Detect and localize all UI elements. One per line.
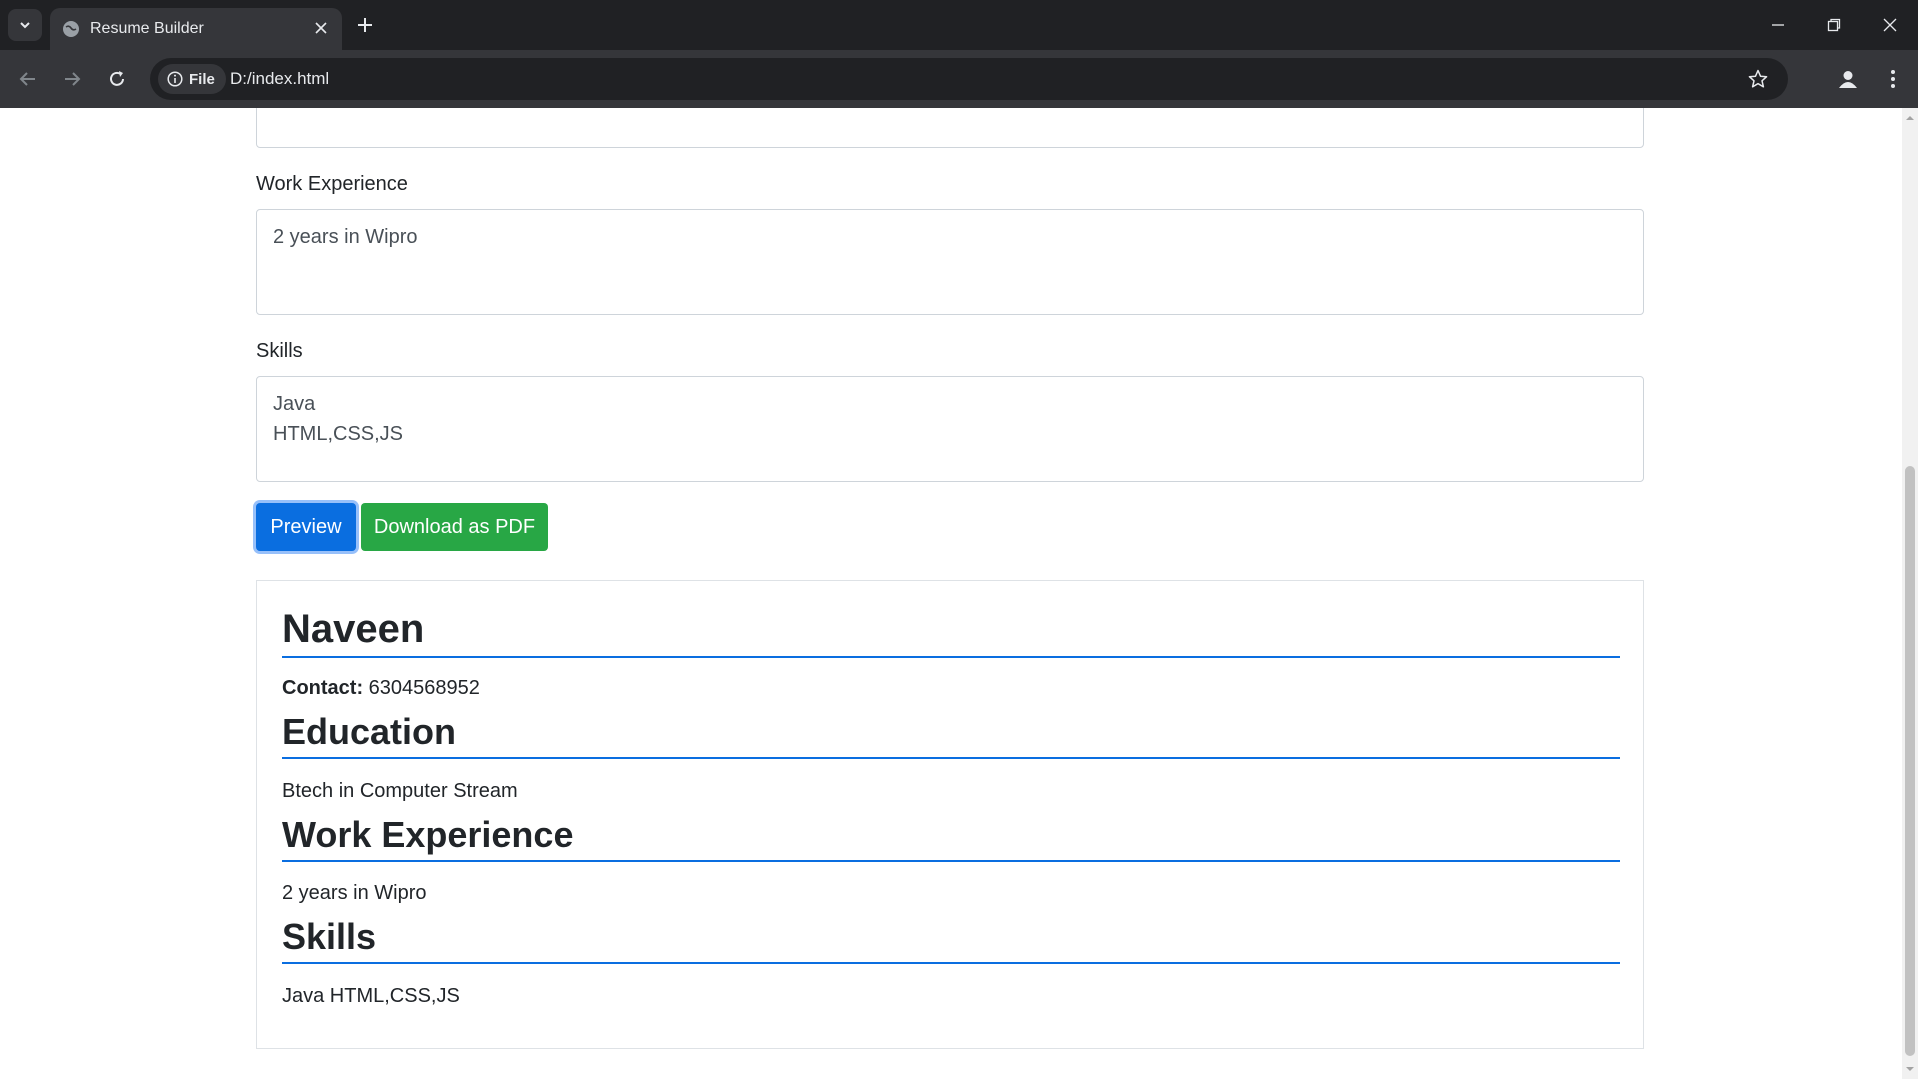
tab-search-icon <box>20 22 30 29</box>
education-textarea[interactable] <box>256 108 1644 148</box>
restore-button[interactable] <box>1806 0 1862 50</box>
site-info-chip[interactable]: File <box>158 64 226 94</box>
skills-heading: Skills <box>282 916 1620 964</box>
scroll-down-icon[interactable] <box>1906 1065 1914 1073</box>
skills-value: Java HTML,CSS,JS <box>273 393 404 445</box>
restore-icon <box>1827 18 1841 32</box>
work-experience-preview-value: 2 years in Wipro <box>282 882 427 904</box>
profile-icon <box>1839 71 1857 88</box>
contact-label: Contact: <box>282 677 364 699</box>
preview-button[interactable]: Preview <box>256 503 356 551</box>
download-pdf-button[interactable]: Download as PDF <box>361 503 548 551</box>
close-icon <box>315 22 327 34</box>
tab-close-button[interactable] <box>310 17 332 39</box>
browser-menu-button[interactable] <box>1877 63 1909 95</box>
menu-icon <box>1891 70 1895 88</box>
preview-name-heading: Naveen <box>282 607 1620 658</box>
back-icon <box>19 72 35 86</box>
window-close-icon <box>1883 18 1897 32</box>
forward-icon <box>65 72 81 86</box>
work-experience-label: Work Experience <box>256 173 408 195</box>
scrollbar-thumb[interactable] <box>1905 466 1915 1056</box>
minimize-icon <box>1772 24 1784 26</box>
reload-icon <box>110 71 124 86</box>
chip-label: File <box>189 70 215 88</box>
education-heading: Education <box>282 711 1620 759</box>
info-icon <box>167 71 183 87</box>
address-bar[interactable]: File D:/index.html <box>150 58 1788 100</box>
forward-button[interactable] <box>56 63 88 95</box>
star-icon <box>1748 69 1768 88</box>
scroll-up-icon[interactable] <box>1906 114 1914 122</box>
skills-preview-value: Java HTML,CSS,JS <box>282 985 460 1007</box>
profile-button[interactable] <box>1832 63 1864 95</box>
vertical-scrollbar[interactable] <box>1902 108 1918 1079</box>
education-value: Btech in Computer Stream <box>282 780 518 802</box>
reload-button[interactable] <box>101 63 133 95</box>
skills-textarea[interactable]: Java HTML,CSS,JS <box>256 376 1644 482</box>
browser-toolbar: File D:/index.html <box>0 50 1918 108</box>
back-button[interactable] <box>12 63 44 95</box>
skills-label: Skills <box>256 340 303 362</box>
globe-icon <box>63 21 79 37</box>
resume-preview: Naveen Contact: 6304568952 Education Bte… <box>256 580 1644 1049</box>
plus-icon <box>358 18 372 32</box>
page-viewport: Work Experience 2 years in Wipro Skills … <box>0 108 1918 1079</box>
new-tab-button[interactable] <box>352 12 378 38</box>
tab-title: Resume Builder <box>90 20 204 37</box>
preview-contact: Contact: 6304568952 <box>282 677 480 700</box>
browser-tab[interactable]: Resume Builder <box>50 8 342 50</box>
work-experience-heading: Work Experience <box>282 814 1620 862</box>
window-close-button[interactable] <box>1862 0 1918 50</box>
url-text[interactable]: D:/index.html <box>230 69 329 89</box>
contact-value: 6304568952 <box>368 677 480 699</box>
minimize-button[interactable] <box>1750 0 1806 50</box>
work-experience-textarea[interactable]: 2 years in Wipro <box>256 209 1644 315</box>
tab-search-button[interactable] <box>8 9 42 41</box>
browser-tabstrip: Resume Builder <box>0 0 1918 50</box>
work-experience-value: 2 years in Wipro <box>273 226 418 248</box>
bookmark-button[interactable] <box>1746 67 1770 91</box>
